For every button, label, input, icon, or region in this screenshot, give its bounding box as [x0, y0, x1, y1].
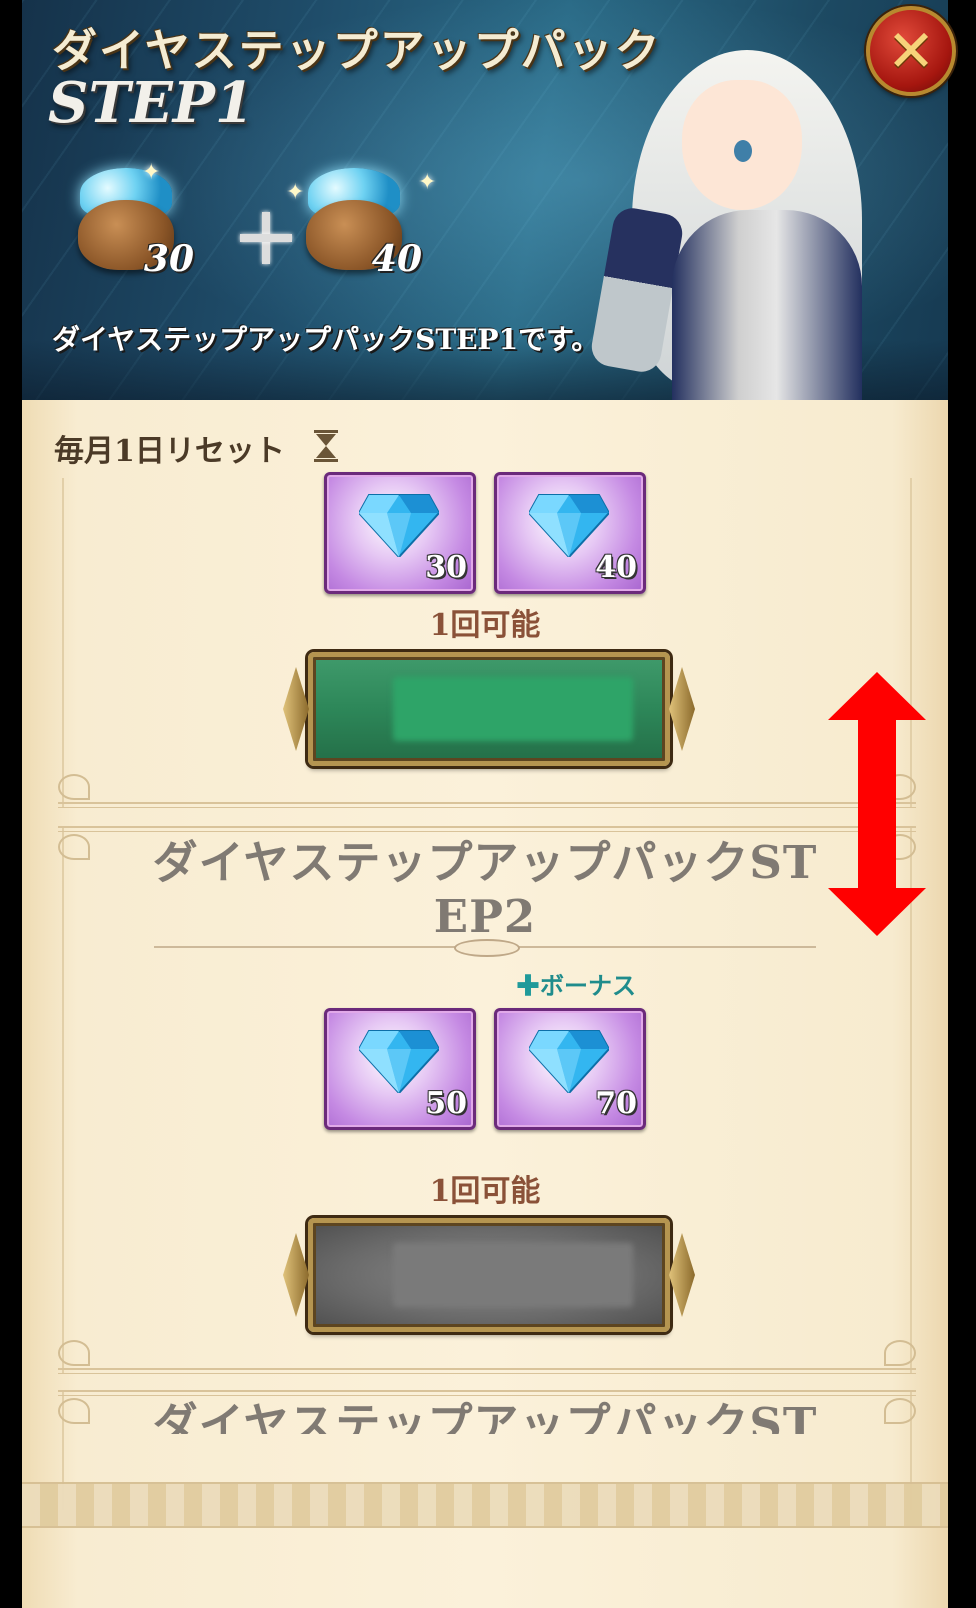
pack-list-panel[interactable]: 毎月1日リセット 30 40 1回可能 ダイヤステップアップパックST EP2 … — [22, 400, 948, 1608]
bag-count: 30 — [143, 238, 194, 280]
diamond-item[interactable]: 70 — [494, 1008, 646, 1130]
pack-title-line: EP2 — [433, 890, 537, 943]
hourglass-icon — [314, 430, 338, 462]
diamond-icon — [359, 494, 439, 557]
item-count: 40 — [595, 550, 637, 585]
diamond-item[interactable]: 30 — [324, 472, 476, 594]
item-count: 70 — [595, 1086, 637, 1121]
plus-icon — [240, 212, 292, 264]
close-icon: ✕ — [886, 17, 936, 85]
diamond-icon — [359, 1030, 439, 1093]
reset-label: 毎月1日リセット — [54, 434, 285, 469]
buy-button[interactable] — [283, 652, 695, 766]
pack-title: ダイヤステップアップパックST — [122, 1398, 848, 1434]
sparkle-icon: ✦ — [142, 160, 161, 185]
price-label — [393, 677, 633, 741]
pack-title-line: ダイヤステップアップパックST — [152, 836, 818, 889]
bonus-label: ✚ボーナス — [516, 966, 636, 1001]
character-illustration — [562, 40, 942, 400]
item-count: 30 — [425, 550, 467, 585]
sparkle-icon: ✦ — [286, 180, 305, 205]
pack-title: ダイヤステップアップパックST EP2 — [122, 836, 848, 944]
buy-button-disabled[interactable] — [283, 1218, 695, 1332]
banner-description: ダイヤステップアップパックSTEP1です。 — [52, 323, 600, 356]
bag-count: 40 — [371, 238, 422, 280]
scroll-bottom-edge — [22, 1482, 948, 1528]
diamond-icon — [529, 494, 609, 557]
pack-banner: ダイヤステップアップパック STEP1 30 40 ✦ ✦ ✦ ダイヤステップア… — [22, 0, 948, 400]
item-count: 50 — [425, 1086, 467, 1121]
purchase-limit: 1回可能 — [429, 608, 541, 643]
diamond-bag-icon: 40 — [296, 150, 422, 280]
plus-icon: ✚ — [516, 971, 540, 1000]
diamond-icon — [529, 1030, 609, 1093]
sparkle-icon: ✦ — [418, 170, 437, 195]
bonus-text: ボーナス — [540, 971, 636, 1000]
pack1-items: 30 40 — [22, 472, 948, 594]
pack-title-line: ダイヤステップアップパックST — [152, 1398, 818, 1434]
price-label — [393, 1243, 633, 1307]
diamond-item[interactable]: 50 — [324, 1008, 476, 1130]
pack2-items: 50 70 — [22, 1008, 948, 1130]
close-button[interactable]: ✕ — [866, 6, 956, 96]
banner-step: STEP1 — [48, 70, 254, 136]
diamond-item[interactable]: 40 — [494, 472, 646, 594]
vertical-double-arrow-icon — [828, 672, 926, 936]
title-divider — [154, 939, 816, 957]
diamond-bag-icon: 30 — [68, 150, 194, 280]
purchase-limit: 1回可能 — [429, 1174, 541, 1209]
